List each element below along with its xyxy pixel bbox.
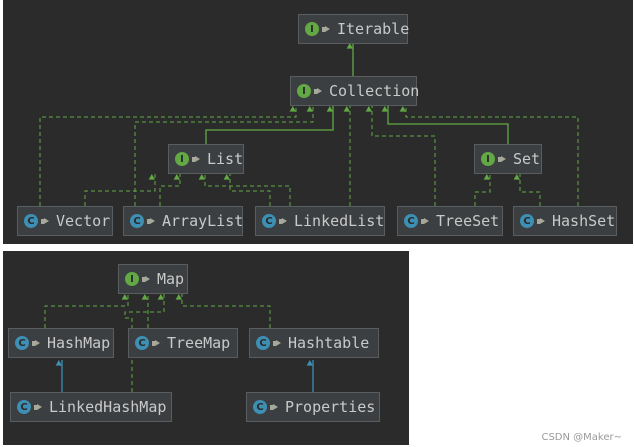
node-treeset[interactable]: C TreeSet <box>397 206 503 236</box>
node-label: HashMap <box>47 334 111 352</box>
node-label: Set <box>513 150 541 168</box>
node-label: ArrayList <box>162 212 244 230</box>
public-visibility-icon <box>34 403 42 411</box>
interface-icon: I <box>297 84 311 98</box>
public-visibility-icon <box>152 339 160 347</box>
interface-icon: I <box>125 272 139 286</box>
class-icon: C <box>520 214 534 228</box>
public-visibility-icon <box>142 275 150 283</box>
node-label: Properties <box>285 398 376 416</box>
interface-icon: I <box>175 152 189 166</box>
node-hashset[interactable]: C HashSet <box>513 206 617 236</box>
class-icon: C <box>24 214 38 228</box>
public-visibility-icon <box>270 403 278 411</box>
class-icon: C <box>130 214 144 228</box>
public-visibility-icon <box>273 339 281 347</box>
node-treemap[interactable]: C TreeMap <box>128 328 238 358</box>
node-label: List <box>207 150 244 168</box>
node-arraylist[interactable]: C ArrayList <box>123 206 243 236</box>
node-properties[interactable]: C Properties <box>246 392 380 422</box>
public-visibility-icon <box>32 339 40 347</box>
node-label: Collection <box>329 82 420 100</box>
class-icon: C <box>262 214 276 228</box>
public-visibility-icon <box>147 217 155 225</box>
public-visibility-icon <box>498 155 506 163</box>
public-visibility-icon <box>192 155 200 163</box>
public-visibility-icon <box>279 217 287 225</box>
node-hashtable[interactable]: C Hashtable <box>249 328 379 358</box>
public-visibility-icon <box>314 87 322 95</box>
node-label: HashSet <box>552 212 616 230</box>
node-hashmap[interactable]: C HashMap <box>8 328 114 358</box>
class-icon: C <box>256 336 270 350</box>
node-label: LinkedHashMap <box>49 398 167 416</box>
node-label: Vector <box>56 212 111 230</box>
class-icon: C <box>15 336 29 350</box>
node-label: TreeMap <box>167 334 231 352</box>
watermark: CSDN @Maker~ <box>541 432 622 443</box>
class-icon: C <box>404 214 418 228</box>
node-collection[interactable]: I Collection <box>290 76 420 106</box>
node-linkedlist[interactable]: C LinkedList <box>255 206 385 236</box>
node-label: Iterable <box>337 20 410 38</box>
interface-icon: I <box>305 22 319 36</box>
node-label: Hashtable <box>288 334 370 352</box>
node-set[interactable]: I Set <box>474 144 542 174</box>
node-list[interactable]: I List <box>168 144 244 174</box>
node-label: Map <box>157 270 185 288</box>
node-label: TreeSet <box>436 212 500 230</box>
node-label: LinkedList <box>294 212 385 230</box>
interface-icon: I <box>481 152 495 166</box>
node-iterable[interactable]: I Iterable <box>298 14 410 44</box>
public-visibility-icon <box>421 217 429 225</box>
node-vector[interactable]: C Vector <box>17 206 113 236</box>
node-map[interactable]: I Map <box>118 264 188 294</box>
public-visibility-icon <box>322 25 330 33</box>
class-icon: C <box>253 400 267 414</box>
public-visibility-icon <box>41 217 49 225</box>
node-linkedhashmap[interactable]: C LinkedHashMap <box>10 392 172 422</box>
public-visibility-icon <box>537 217 545 225</box>
class-icon: C <box>135 336 149 350</box>
class-icon: C <box>17 400 31 414</box>
